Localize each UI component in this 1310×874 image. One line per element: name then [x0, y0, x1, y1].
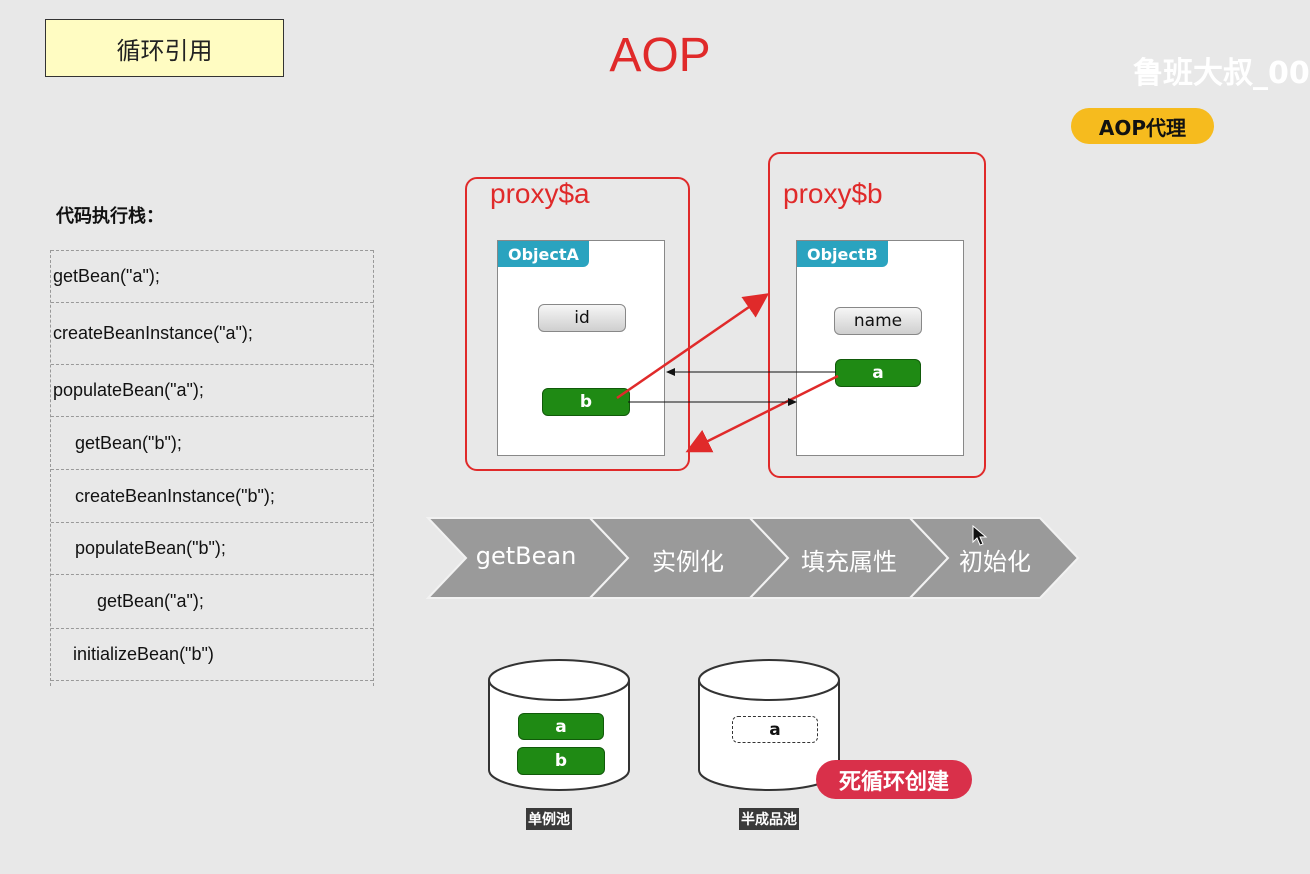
- singleton-pool-label: 单例池: [526, 808, 572, 830]
- singleton-item-b: b: [517, 747, 605, 775]
- mouse-cursor-icon: [972, 525, 988, 546]
- singleton-item-a: a: [518, 713, 604, 740]
- early-pool-label: 半成品池: [739, 808, 799, 830]
- infinite-loop-badge: 死循环创建: [816, 760, 972, 799]
- pool-cylinders: [488, 659, 840, 791]
- early-item-a: a: [732, 716, 818, 743]
